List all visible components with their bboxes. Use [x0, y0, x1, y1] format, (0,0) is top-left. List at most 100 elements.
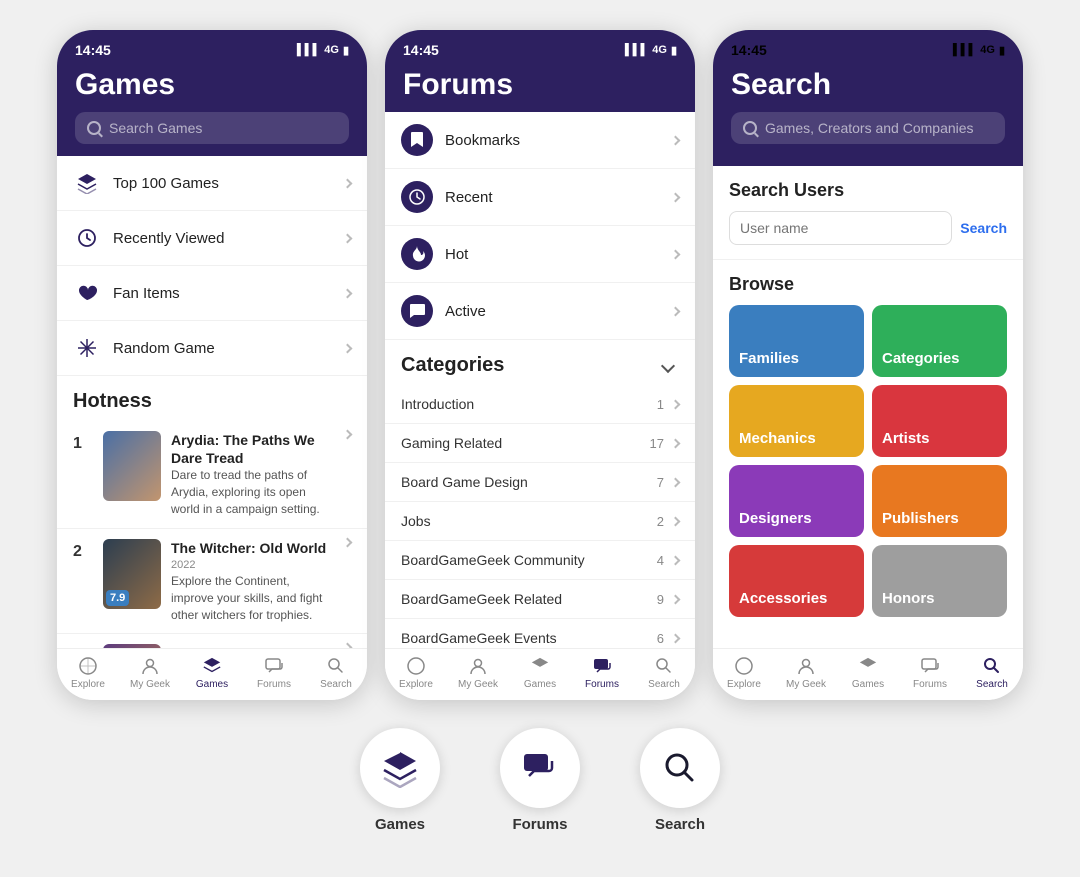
games-circle-icon	[360, 728, 440, 808]
cat-jobs[interactable]: Jobs 2	[385, 502, 695, 541]
cat-name-4: BoardGameGeek Community	[401, 552, 657, 568]
battery-games: ▮	[343, 44, 349, 57]
game-item-1[interactable]: 1 Arydia: The Paths We Dare Tread Dare t…	[57, 421, 367, 529]
search-user-button[interactable]: Search	[960, 220, 1007, 236]
tab-label-games-search: Games	[852, 679, 884, 690]
search-search-placeholder: Games, Creators and Companies	[765, 120, 974, 136]
rank-1: 1	[73, 435, 93, 453]
menu-item-random[interactable]: Random Game	[57, 321, 367, 376]
tile-label-publishers: Publishers	[882, 510, 959, 527]
tab-explore-games[interactable]: Explore	[57, 655, 119, 690]
games-search-bar[interactable]: Search Games	[75, 112, 349, 144]
tab-search-search[interactable]: Search	[961, 655, 1023, 690]
network-forums: 4G	[652, 44, 667, 56]
tab-games-games[interactable]: Games	[181, 655, 243, 690]
search-icon-search	[743, 121, 757, 135]
tile-label-honors: Honors	[882, 590, 935, 607]
games-icon-games	[201, 655, 223, 677]
user-search-row: Search	[729, 211, 1007, 245]
status-bar-forums: 14:45 ▌▌▌ 4G ▮	[403, 42, 677, 58]
cat-bggcommunity[interactable]: BoardGameGeek Community 4	[385, 541, 695, 580]
tile-categories[interactable]: Categories	[872, 305, 1007, 377]
chevron-fan	[343, 288, 353, 298]
game-item-3[interactable]: 3 8.1 Oath: Chronicles of Empire and Exi…	[57, 634, 367, 648]
chevron-cat-1	[671, 438, 681, 448]
menu-item-top100[interactable]: Top 100 Games	[57, 156, 367, 211]
search-users-section: Search Users Search	[713, 166, 1023, 260]
layers-icon	[73, 169, 101, 197]
games-header: 14:45 ▌▌▌ 4G ▮ Games Search Games	[57, 30, 367, 156]
games-title: Games	[75, 68, 349, 102]
bottom-label-forums: Forums	[512, 816, 567, 833]
cat-bggevents[interactable]: BoardGameGeek Events 6	[385, 619, 695, 648]
forum-bookmarks[interactable]: Bookmarks	[385, 112, 695, 169]
game-item-2[interactable]: 2 7.9 The Witcher: Old World 2022 Explor…	[57, 529, 367, 635]
tab-forums-search[interactable]: Forums	[899, 655, 961, 690]
cat-count-4: 4	[657, 553, 664, 568]
tile-label-families: Families	[739, 350, 799, 367]
tile-publishers[interactable]: Publishers	[872, 465, 1007, 537]
bottom-icon-forums: Forums	[500, 728, 580, 833]
chevron-bookmarks	[671, 135, 681, 145]
search-icon-tab-forums	[653, 655, 675, 677]
tab-forums-games[interactable]: Forums	[243, 655, 305, 690]
games-search-placeholder: Search Games	[109, 120, 202, 136]
time-forums: 14:45	[403, 42, 439, 58]
games-body: Top 100 Games Recently Viewed	[57, 156, 367, 648]
tile-families[interactable]: Families	[729, 305, 864, 377]
tab-explore-search[interactable]: Explore	[713, 655, 775, 690]
tab-mygeek-games[interactable]: My Geek	[119, 655, 181, 690]
menu-item-fan[interactable]: Fan Items	[57, 266, 367, 321]
tile-artists[interactable]: Artists	[872, 385, 1007, 457]
cat-bggrelated[interactable]: BoardGameGeek Related 9	[385, 580, 695, 619]
tile-label-mechanics: Mechanics	[739, 430, 816, 447]
tab-games-search[interactable]: Games	[837, 655, 899, 690]
cat-introduction[interactable]: Introduction 1	[385, 385, 695, 424]
forum-active[interactable]: Active	[385, 283, 695, 340]
tab-label-forums-search: Forums	[913, 679, 947, 690]
tab-games-forums[interactable]: Games	[509, 655, 571, 690]
tile-accessories[interactable]: Accessories	[729, 545, 864, 617]
tile-label-artists: Artists	[882, 430, 930, 447]
tab-mygeek-forums[interactable]: My Geek	[447, 655, 509, 690]
cat-boardgamedesign[interactable]: Board Game Design 7	[385, 463, 695, 502]
forum-hot[interactable]: Hot	[385, 226, 695, 283]
game-desc-1: Dare to tread the paths of Arydia, explo…	[171, 467, 334, 517]
tile-label-accessories: Accessories	[739, 590, 827, 607]
tile-honors[interactable]: Honors	[872, 545, 1007, 617]
bottom-icon-search: Search	[640, 728, 720, 833]
status-icons-search: ▌▌▌ 4G ▮	[953, 44, 1005, 57]
chevron-recent	[671, 192, 681, 202]
forums-body: Bookmarks Recent	[385, 112, 695, 648]
chevron-cat-2	[671, 477, 681, 487]
tab-mygeek-search[interactable]: My Geek	[775, 655, 837, 690]
browse-title: Browse	[729, 274, 1007, 295]
tab-search-games[interactable]: Search	[305, 655, 367, 690]
menu-item-recently[interactable]: Recently Viewed	[57, 211, 367, 266]
games-tab-bar: Explore My Geek Games Forums	[57, 648, 367, 700]
chevron-recently	[343, 233, 353, 243]
chevron-game-1	[343, 430, 353, 440]
tile-designers[interactable]: Designers	[729, 465, 864, 537]
cat-name-0: Introduction	[401, 396, 657, 412]
mygeek-icon-games	[139, 655, 161, 677]
tile-mechanics[interactable]: Mechanics	[729, 385, 864, 457]
forum-recent[interactable]: Recent	[385, 169, 695, 226]
tab-label-games-games: Games	[196, 679, 228, 690]
search-search-bar[interactable]: Games, Creators and Companies	[731, 112, 1005, 144]
tab-search-forums[interactable]: Search	[633, 655, 695, 690]
chevron-cat-5	[671, 594, 681, 604]
game-img-1	[103, 431, 161, 501]
tab-explore-forums[interactable]: Explore	[385, 655, 447, 690]
username-input[interactable]	[729, 211, 952, 245]
game-title-2: The Witcher: Old World	[171, 539, 334, 557]
chevron-game-3	[343, 643, 353, 648]
tab-forums-forums[interactable]: Forums	[571, 655, 633, 690]
hot-label: Hot	[445, 246, 672, 263]
tile-label-designers: Designers	[739, 510, 812, 527]
tab-label-explore-forums: Explore	[399, 679, 433, 690]
phone-games: 14:45 ▌▌▌ 4G ▮ Games Search Games	[57, 30, 367, 700]
status-icons-games: ▌▌▌ 4G ▮	[297, 44, 349, 57]
cat-gaming[interactable]: Gaming Related 17	[385, 424, 695, 463]
phone-forums: 14:45 ▌▌▌ 4G ▮ Forums Bookmarks	[385, 30, 695, 700]
